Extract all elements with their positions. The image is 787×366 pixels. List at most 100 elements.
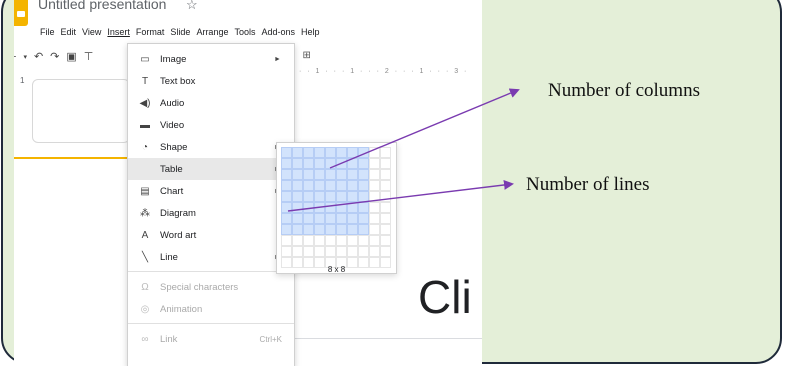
menu-slide[interactable]: Slide: [167, 27, 193, 37]
menu-addons[interactable]: Add-ons: [258, 27, 298, 37]
table-grid-cell[interactable]: [380, 235, 391, 246]
table-grid-cell[interactable]: [281, 246, 292, 257]
table-grid-cell[interactable]: [347, 169, 358, 180]
table-grid-cell[interactable]: [303, 169, 314, 180]
table-grid-cell[interactable]: [325, 235, 336, 246]
table-grid-cell[interactable]: [336, 202, 347, 213]
table-grid-cell[interactable]: [369, 213, 380, 224]
menu-help[interactable]: Help: [298, 27, 323, 37]
table-grid-cell[interactable]: [358, 235, 369, 246]
table-grid-cell[interactable]: [336, 169, 347, 180]
table-grid-cell[interactable]: [358, 191, 369, 202]
table-grid-cell[interactable]: [369, 180, 380, 191]
table-grid-cell[interactable]: [380, 191, 391, 202]
table-grid-cell[interactable]: [347, 213, 358, 224]
menu-item-chart[interactable]: ▤Chart►: [128, 180, 294, 202]
table-grid-cell[interactable]: [314, 191, 325, 202]
table-grid-cell[interactable]: [369, 169, 380, 180]
menu-item-special-characters[interactable]: Ω Special characters: [128, 276, 294, 298]
table-grid-cell[interactable]: [292, 213, 303, 224]
paint-format-icon[interactable]: ⊤: [84, 50, 94, 63]
table-grid-cell[interactable]: [325, 147, 336, 158]
table-grid-cell[interactable]: [358, 180, 369, 191]
table-grid-cell[interactable]: [325, 224, 336, 235]
table-grid-cell[interactable]: [380, 246, 391, 257]
menu-tools[interactable]: Tools: [231, 27, 258, 37]
comment-icon[interactable]: ⊞: [303, 50, 311, 62]
chevron-down-icon[interactable]: ▾: [23, 53, 27, 61]
menu-item-text-box[interactable]: T Text box: [128, 70, 294, 92]
undo-icon[interactable]: ↶: [34, 50, 43, 63]
table-grid-cell[interactable]: [314, 246, 325, 257]
menu-item-audio[interactable]: ◀) Audio: [128, 92, 294, 114]
table-grid-cell[interactable]: [303, 158, 314, 169]
table-grid-cell[interactable]: [303, 224, 314, 235]
table-grid-cell[interactable]: [369, 191, 380, 202]
table-grid-cell[interactable]: [358, 246, 369, 257]
table-grid-cell[interactable]: [358, 213, 369, 224]
table-grid-cell[interactable]: [325, 202, 336, 213]
table-grid-cell[interactable]: [314, 169, 325, 180]
table-grid-cell[interactable]: [380, 147, 391, 158]
menu-item-line[interactable]: ╲Line►: [128, 246, 294, 268]
slides-logo-icon[interactable]: [14, 0, 28, 26]
menu-item-image[interactable]: ▭ Image ►: [128, 48, 294, 70]
table-grid-cell[interactable]: [325, 169, 336, 180]
table-grid-cell[interactable]: [292, 147, 303, 158]
table-grid-cell[interactable]: [303, 235, 314, 246]
table-grid-cell[interactable]: [325, 246, 336, 257]
menu-insert[interactable]: Insert: [104, 27, 133, 37]
slide-thumbnail[interactable]: [32, 79, 130, 143]
table-grid-cell[interactable]: [292, 169, 303, 180]
table-grid-cell[interactable]: [347, 246, 358, 257]
table-grid-cell[interactable]: [358, 169, 369, 180]
table-grid-cell[interactable]: [336, 147, 347, 158]
table-grid-cell[interactable]: [369, 246, 380, 257]
table-grid-cell[interactable]: [281, 224, 292, 235]
document-title[interactable]: Untitled presentation: [38, 0, 166, 12]
print-icon[interactable]: ▣: [66, 50, 76, 63]
table-grid-cell[interactable]: [303, 213, 314, 224]
slide-title-placeholder[interactable]: Cli: [418, 270, 472, 324]
table-grid-cell[interactable]: [325, 213, 336, 224]
table-grid-cell[interactable]: [336, 235, 347, 246]
table-grid-cell[interactable]: [292, 191, 303, 202]
table-grid-cell[interactable]: [347, 191, 358, 202]
table-grid-cell[interactable]: [358, 147, 369, 158]
table-grid-cell[interactable]: [358, 224, 369, 235]
table-grid-cell[interactable]: [303, 246, 314, 257]
table-grid-cell[interactable]: [292, 158, 303, 169]
star-icon[interactable]: ☆: [186, 0, 198, 13]
menu-item-diagram[interactable]: ⁂ Diagram: [128, 202, 294, 224]
table-grid-cell[interactable]: [380, 180, 391, 191]
table-grid-cell[interactable]: [380, 213, 391, 224]
table-grid-cell[interactable]: [303, 191, 314, 202]
table-grid-cell[interactable]: [380, 158, 391, 169]
menu-item-link[interactable]: ∞ Link Ctrl+K: [128, 328, 294, 350]
table-grid-cell[interactable]: [281, 147, 292, 158]
table-grid-cell[interactable]: [281, 169, 292, 180]
table-grid-cell[interactable]: [369, 235, 380, 246]
table-grid-cell[interactable]: [369, 224, 380, 235]
table-grid-cell[interactable]: [380, 224, 391, 235]
table-grid-cell[interactable]: [380, 169, 391, 180]
table-grid-cell[interactable]: [292, 180, 303, 191]
table-grid-cell[interactable]: [314, 235, 325, 246]
table-grid-cell[interactable]: [325, 180, 336, 191]
table-grid-cell[interactable]: [292, 235, 303, 246]
menu-arrange[interactable]: Arrange: [193, 27, 231, 37]
table-grid-cell[interactable]: [281, 235, 292, 246]
new-slide-icon[interactable]: +: [14, 51, 16, 63]
menu-item-animation[interactable]: ◎ Animation: [128, 298, 294, 320]
table-grid-cell[interactable]: [281, 213, 292, 224]
table-grid-cell[interactable]: [281, 158, 292, 169]
table-grid-cell[interactable]: [358, 202, 369, 213]
table-grid-cell[interactable]: [369, 147, 380, 158]
table-grid-cell[interactable]: [281, 202, 292, 213]
table-grid-cell[interactable]: [336, 191, 347, 202]
table-grid-cell[interactable]: [292, 246, 303, 257]
table-grid-cell[interactable]: [369, 202, 380, 213]
table-grid-cell[interactable]: [325, 191, 336, 202]
menu-item-shape[interactable]: ◔Shape►: [128, 136, 294, 158]
table-grid-cell[interactable]: [347, 147, 358, 158]
